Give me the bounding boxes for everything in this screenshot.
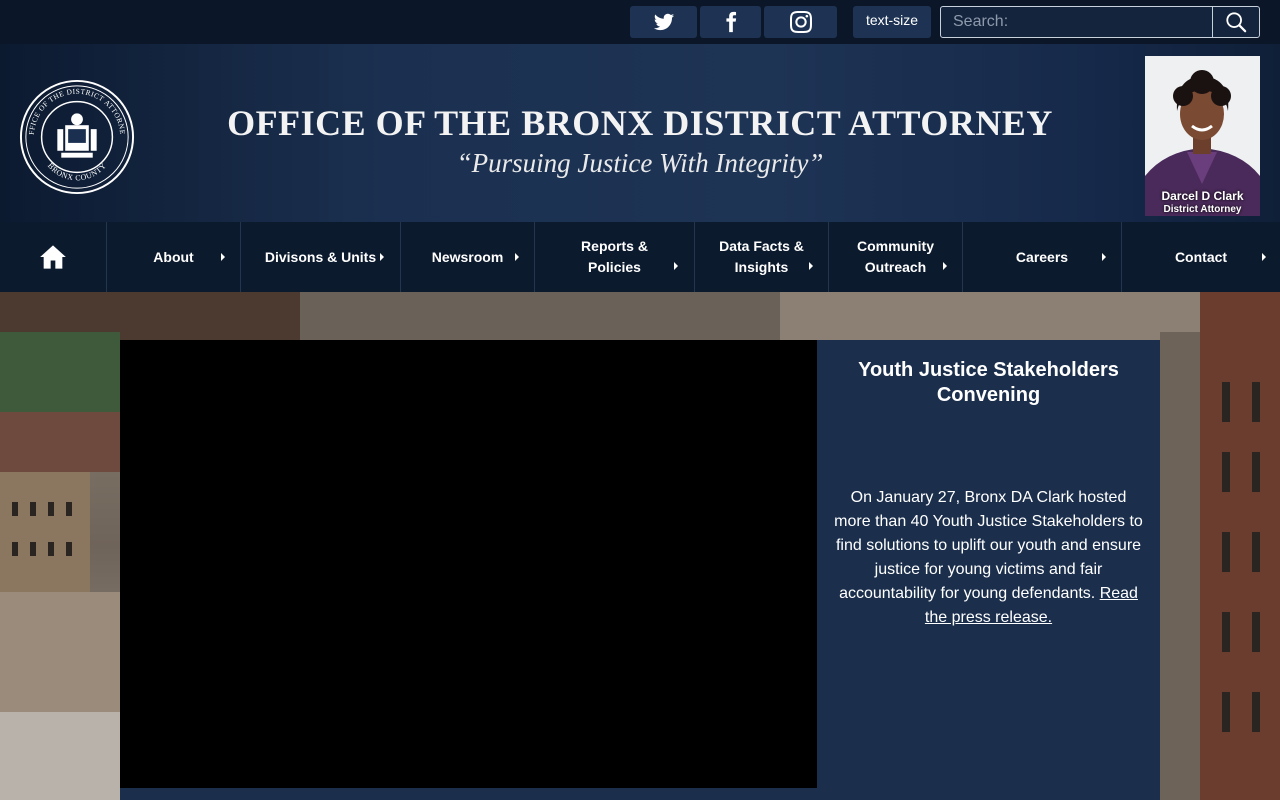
video-player[interactable] [120,340,817,788]
site-title: OFFICE OF THE BRONX DISTRICT ATTORNEY [227,103,1053,143]
story-title: Youth Justice Stakeholders Convening [858,359,1119,406]
twitter-icon [653,13,674,31]
carousel-footer-bar [120,788,1160,800]
nav-label: Data Facts & Insights [719,238,804,275]
nav-careers[interactable]: Careers [963,222,1122,292]
caret-right-icon [943,262,947,270]
district-attorney-seal[interactable]: OFFICE OF THE DISTRICT ATTORNEY BRONX CO… [18,78,136,196]
facebook-link[interactable] [700,6,761,38]
district-attorney-name: Darcel D Clark [1161,189,1244,203]
nav-label: Divisons & Units [264,248,377,265]
caret-right-icon [221,253,225,261]
facebook-icon [725,11,736,33]
nav-home[interactable] [0,222,107,292]
text-size-button[interactable]: text-size [853,6,931,38]
caret-right-icon [809,262,813,270]
search-icon [1226,12,1247,33]
nav-label: About [153,248,194,265]
nav-label: Community Outreach [857,238,934,275]
search-input[interactable] [941,7,1212,37]
top-utility-bar: text-size [0,0,1280,44]
nav-label: Reports & Policies [581,238,648,275]
caret-right-icon [1102,253,1106,261]
nav-data-facts-insights[interactable]: Data Facts & Insights [695,222,829,292]
featured-story-panel: Youth Justice Stakeholders Convening On … [817,340,1160,788]
nav-label: Newsroom [431,248,504,265]
instagram-icon [789,11,812,33]
nav-contact[interactable]: Contact [1122,222,1280,292]
nav-about[interactable]: About [107,222,241,292]
main-navigation: About Divisons & Units Newsroom Reports … [0,222,1280,292]
caret-right-icon [674,262,678,270]
nav-label: Careers [1015,248,1069,265]
nav-community-outreach[interactable]: Community Outreach [829,222,963,292]
nav-reports-policies[interactable]: Reports & Policies [535,222,695,292]
hero-banner: Youth Justice Stakeholders Convening On … [0,292,1280,800]
twitter-link[interactable] [630,6,697,38]
nav-label: Contact [1174,248,1228,265]
story-body: On January 27, Bronx DA Clark hosted mor… [831,486,1146,630]
district-attorney-role: District Attorney [1163,204,1242,215]
district-attorney-card[interactable]: Darcel D Clark District Attorney [1145,56,1260,216]
caret-right-icon [515,253,519,261]
search-button[interactable] [1212,7,1259,37]
instagram-link[interactable] [764,6,837,38]
site-tagline: “Pursuing Justice With Integrity” [456,148,824,178]
caret-right-icon [380,253,384,261]
home-icon [40,245,66,269]
nav-newsroom[interactable]: Newsroom [401,222,535,292]
caret-right-icon [1262,253,1266,261]
story-text: On January 27, Bronx DA Clark hosted mor… [834,489,1143,602]
search-box [940,6,1260,38]
site-header: OFFICE OF THE DISTRICT ATTORNEY BRONX CO… [0,44,1280,222]
nav-divisions-units[interactable]: Divisons & Units [241,222,401,292]
